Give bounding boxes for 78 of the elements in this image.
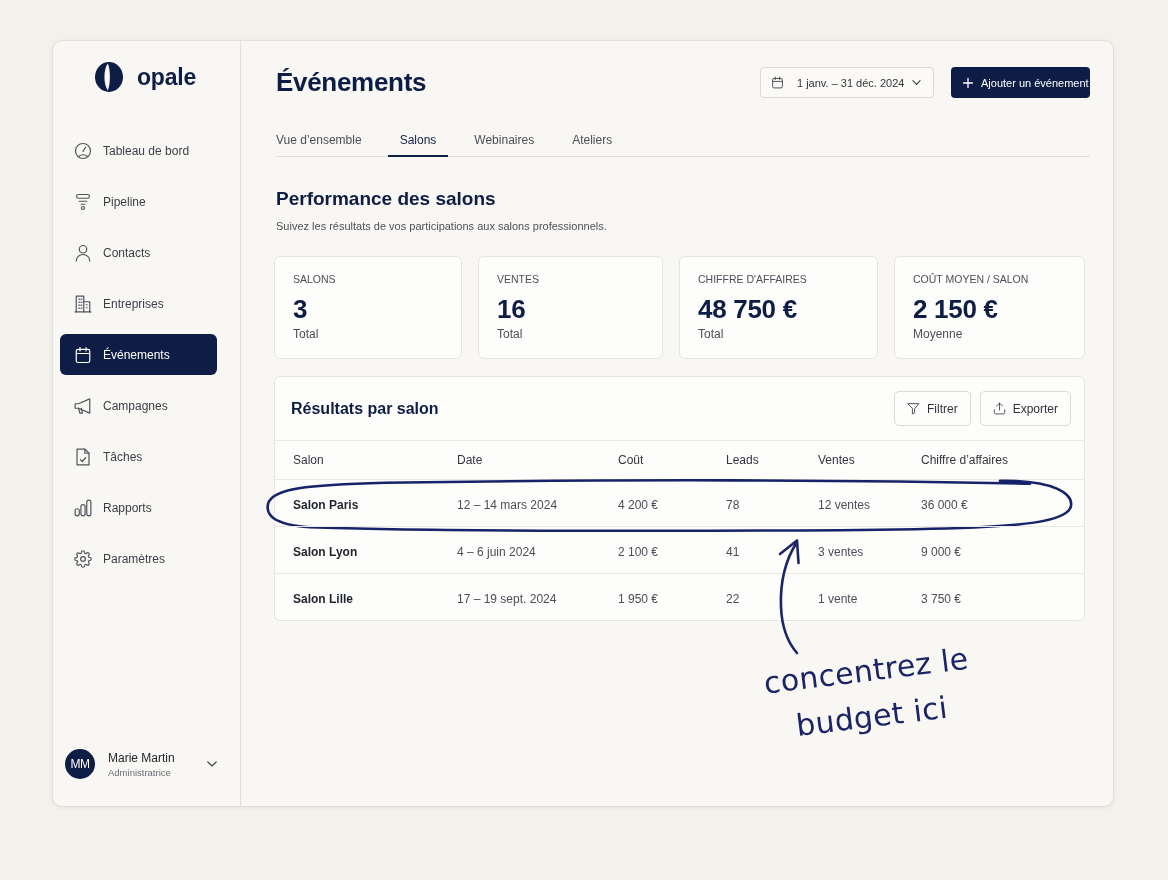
kpi-value: 48 750 €: [698, 294, 798, 324]
megaphone-icon: [74, 396, 92, 415]
kpi-caption: Total: [698, 327, 725, 341]
kpi-label: CHIFFRE D'AFFAIRES: [698, 273, 808, 286]
table-cell-text: 78: [726, 496, 741, 512]
column-header: Ventes: [818, 453, 856, 467]
filter-button[interactable]: Filtrer: [893, 391, 971, 426]
panel-title: Résultats par salon: [291, 399, 439, 418]
table-cell-text: 36 000 €: [921, 496, 969, 512]
nav-item[interactable]: Rapports: [60, 487, 217, 528]
user-icon: [74, 243, 92, 262]
table-cell-text: Salon Paris: [293, 496, 360, 512]
kpi-label: SALONS: [293, 273, 337, 286]
column-header: Leads: [726, 453, 760, 467]
table-cell-text: 41: [726, 543, 741, 559]
user-role: Administratrice: [108, 766, 172, 778]
table-cell-text: 3 ventes: [818, 543, 865, 559]
logo-icon: [95, 62, 123, 92]
table-cell-text: 17 – 19 sept. 2024: [457, 590, 558, 606]
nav-item[interactable]: Tâches: [60, 436, 217, 477]
tab[interactable]: Vue d’ensemble: [264, 123, 374, 157]
funnel-icon: [74, 192, 92, 211]
gauge-icon: [74, 141, 92, 160]
export-button[interactable]: Exporter: [979, 391, 1071, 426]
column-header: Date: [457, 453, 484, 467]
nav-item[interactable]: Campagnes: [60, 385, 217, 426]
chevron-down-icon: [912, 80, 921, 85]
nav-item[interactable]: Contacts: [60, 232, 217, 273]
column-header: Chiffre d’affaires: [921, 453, 1009, 467]
table-cell-text: 9 000 €: [921, 543, 963, 559]
nav-item[interactable]: Entreprises: [60, 283, 217, 324]
calendar-icon: [74, 345, 92, 364]
table-cell-text: 12 – 14 mars 2024: [457, 496, 559, 512]
nav-item[interactable]: Paramètres: [60, 538, 217, 579]
plus-icon: [962, 76, 974, 89]
kpi-caption: Moyenne: [913, 327, 964, 341]
table-cell-text: Salon Lyon: [293, 543, 359, 559]
table-cell-text: 12 ventes: [818, 496, 872, 512]
tab[interactable]: Ateliers: [560, 123, 625, 157]
nav-item[interactable]: Pipeline: [60, 181, 217, 222]
table-cell-text: 1 vente: [818, 590, 859, 606]
upload-icon: [992, 402, 1006, 415]
building-icon: [74, 294, 92, 313]
table-cell-text: 4 200 €: [618, 496, 660, 512]
kpi-value: 2 150 €: [913, 294, 999, 324]
kpi-label: VENTES: [497, 273, 540, 286]
nav-item[interactable]: Tableau de bord: [60, 130, 217, 171]
kpi-caption: Total: [497, 327, 524, 341]
table-cell-text: 3 750 €: [921, 590, 963, 606]
kpi-value: 16: [497, 294, 527, 324]
kpi-value: 3: [293, 294, 309, 324]
kpi-caption: Total: [293, 327, 320, 341]
date-range-picker[interactable]: 1 janv. – 31 déc. 2024: [760, 67, 934, 98]
filter-icon: [906, 402, 920, 415]
nav-item[interactable]: Événements: [60, 334, 217, 375]
user-name: Marie Martin: [108, 750, 175, 765]
logo-text: opale: [137, 63, 197, 92]
table-cell-text: 4 – 6 juin 2024: [457, 543, 537, 559]
table-cell-text: 2 100 €: [618, 543, 660, 559]
section-title: Performance des salons: [276, 188, 497, 210]
table-cell-text: Salon Lille: [293, 590, 354, 606]
chevron-down-icon: [207, 761, 217, 767]
document-check-icon: [74, 447, 92, 466]
tab[interactable]: Webinaires: [462, 123, 547, 157]
calendar-icon: [771, 76, 784, 89]
settings-icon: [74, 549, 92, 568]
page-title: Événements: [276, 67, 427, 98]
tab[interactable]: Salons: [387, 123, 449, 157]
add-event-button[interactable]: Ajouter un événement: [951, 67, 1090, 98]
column-header: Salon: [293, 453, 325, 467]
kpi-label: COÛT MOYEN / SALON: [913, 273, 1030, 286]
section-subtitle: Suivez les résultats de vos participations aux salons professionnels.: [276, 219, 608, 233]
user-avatar: MM: [65, 749, 95, 779]
handwritten-note: concentrez le budget ici: [760, 639, 972, 745]
column-header: Coût: [618, 453, 645, 467]
bar-chart-icon: [74, 498, 92, 517]
table-cell-text: 1 950 €: [618, 590, 660, 606]
table-cell-text: 22: [726, 590, 741, 606]
